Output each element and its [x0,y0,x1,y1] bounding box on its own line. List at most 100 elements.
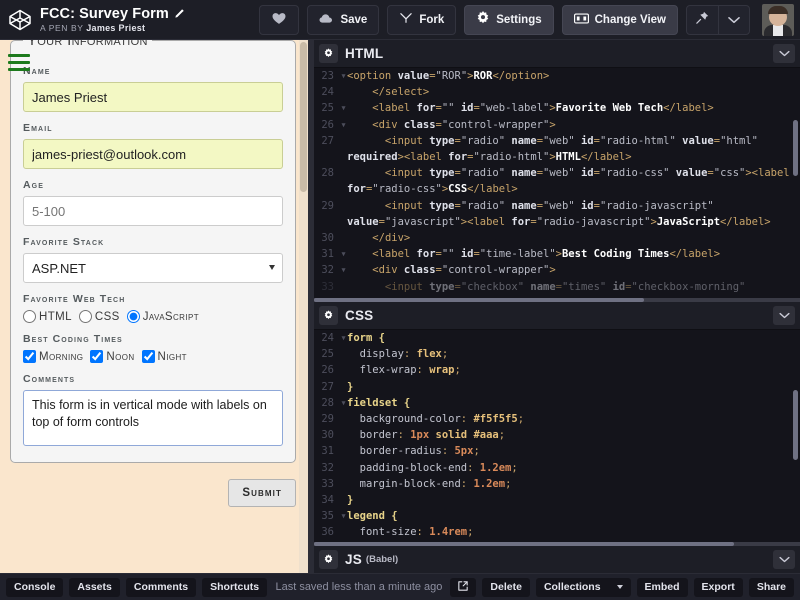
pin-dropdown-button[interactable] [719,6,749,34]
js-editor-title: JS [345,552,362,567]
js-collapse-chevron-down-icon[interactable] [773,550,795,569]
code-line: 33 margin-block-end: 1.2em; [321,477,512,490]
comments-button[interactable]: Comments [125,577,197,597]
pin-button[interactable] [687,6,718,34]
open-in-new-button[interactable] [450,577,477,597]
code-line-wrap: required><label for="radio-html">HTML</l… [347,151,632,164]
age-label: Age [23,179,44,191]
code-line: 24 </select> [321,86,430,99]
checkbox-noon[interactable] [90,350,104,363]
code-line: 26 ▾ <div class="control-wrapper"> [321,118,556,131]
pencil-icon[interactable] [174,8,185,19]
age-input[interactable] [23,196,283,226]
gear-icon[interactable] [319,306,338,325]
gear-icon [476,11,490,28]
times-label: Best Coding Times [23,333,123,345]
pen-title-block: FCC: Survey Form A PEN BY James Priest [40,6,185,34]
top-header-bar: FCC: Survey Form A PEN BY James Priest S… [0,0,800,40]
submit-button[interactable]: Submit [228,479,296,507]
shortcuts-button[interactable]: Shortcuts [202,577,268,597]
fork-button-label: Fork [419,13,445,26]
assets-button[interactable]: Assets [69,577,120,597]
radio-html-item[interactable]: HTML [23,310,72,323]
stack-select[interactable]: ASP.NET [23,253,283,283]
code-line: 25 display: flex; [321,348,449,361]
preview-pane[interactable]: Your Information Name Email Age Favorite… [0,40,308,573]
export-button[interactable]: Export [693,577,743,597]
checkbox-night[interactable] [141,350,155,363]
code-line: 24 ▾ form { [321,332,385,344]
html-collapse-chevron-down-icon[interactable] [773,44,795,63]
embed-button[interactable]: Embed [636,577,688,597]
checkbox-morning[interactable] [23,350,36,363]
checkbox-night-item[interactable]: Night [141,350,187,363]
code-line: 29 background-color: #f5f5f5; [321,413,525,426]
email-input[interactable] [23,139,283,169]
css-editor-header[interactable]: CSS [314,302,800,330]
radio-html-label: HTML [39,310,72,323]
save-button[interactable]: Save [307,4,380,35]
times-checkbox-group: Morning Noon Night [23,350,283,363]
radio-css[interactable] [78,310,92,323]
submit-row: Submit [10,479,296,507]
pen-title[interactable]: FCC: Survey Form [40,6,185,22]
radio-html[interactable] [23,310,36,323]
collections-dropdown[interactable]: Collections [535,577,631,597]
css-code-area[interactable]: 24 ▾ form { 25 display: flex; 26 flex-wrap… [314,330,800,546]
avatar-shirt [773,24,783,36]
css-editor-horizontal-scrollbar[interactable] [314,542,800,546]
last-saved-status: Last saved less than a minute ago [275,581,443,593]
code-line: 28 ▾ fieldset { [321,396,411,409]
stack-label: Favorite Stack [23,236,105,248]
html-editor-vertical-scrollbar[interactable] [793,120,798,176]
html-editor-header[interactable]: HTML [314,40,800,68]
delete-button[interactable]: Delete [482,577,530,597]
comments-textarea[interactable]: This form is in vertical mode with label… [23,390,283,446]
name-label: Name [23,65,51,77]
header-actions: Save Fork Settings Change View [259,3,800,36]
radio-javascript-label: JavaScript [142,310,200,323]
js-editor-header[interactable]: JS (Babel) [314,546,800,574]
checkbox-morning-item[interactable]: Morning [23,350,83,363]
fork-button[interactable]: Fork [387,4,457,35]
stack-select-wrapper: ASP.NET [23,253,283,283]
editor-column: HTML 23 ▾ <option value="ROR">ROR</option>… [314,40,800,574]
code-line: 36 font-size: 1.4rem; [321,526,474,539]
code-line: 32 ▾ <div class="control-wrapper"> [321,264,556,277]
settings-button[interactable]: Settings [464,4,554,35]
console-button[interactable]: Console [6,577,64,597]
heart-icon [272,12,286,28]
radio-css-item[interactable]: CSS [78,310,120,323]
radio-javascript[interactable] [126,310,140,323]
radio-javascript-item[interactable]: JavaScript [126,310,200,323]
hamburger-icon[interactable] [8,54,30,75]
settings-button-label: Settings [496,13,542,26]
gear-icon[interactable] [319,44,338,63]
html-code-area[interactable]: 23 ▾ <option value="ROR">ROR</option> 24 <… [314,68,800,302]
code-line: 23 ▾ <option value="ROR">ROR</option> [321,70,550,82]
cloud-icon [319,13,334,27]
checkbox-noon-label: Noon [106,350,135,363]
code-line: 25 ▾ <label for="" id="web-label">Favorit… [321,102,714,115]
checkbox-noon-item[interactable]: Noon [90,350,134,363]
html-editor-horizontal-scrollbar[interactable] [314,298,800,302]
gear-icon[interactable] [319,550,338,569]
code-line: 26 flex-wrap: wrap; [321,364,461,377]
name-input[interactable] [23,82,283,112]
avatar[interactable] [762,3,794,36]
codepen-logo-icon[interactable] [7,7,33,33]
preview-scrollbar-thumb[interactable] [300,42,307,192]
css-collapse-chevron-down-icon[interactable] [773,306,795,325]
code-line: 33 <input type="checkbox" name="times" i… [321,280,746,293]
code-line: 29 <input type="radio" name="web" id="ra… [321,199,714,212]
love-button[interactable] [259,4,300,35]
layout-icon [573,12,589,27]
change-view-button[interactable]: Change View [561,4,678,35]
share-button[interactable]: Share [748,577,794,597]
footer-actions: Delete Collections Embed Export Share [450,577,794,597]
pen-author[interactable]: James Priest [86,23,145,33]
fieldset-legend: Your Information [27,40,148,49]
preview-scrollbar[interactable] [299,40,308,573]
css-editor-vertical-scrollbar[interactable] [793,390,798,460]
survey-form: Your Information Name Email Age Favorite… [10,40,296,507]
